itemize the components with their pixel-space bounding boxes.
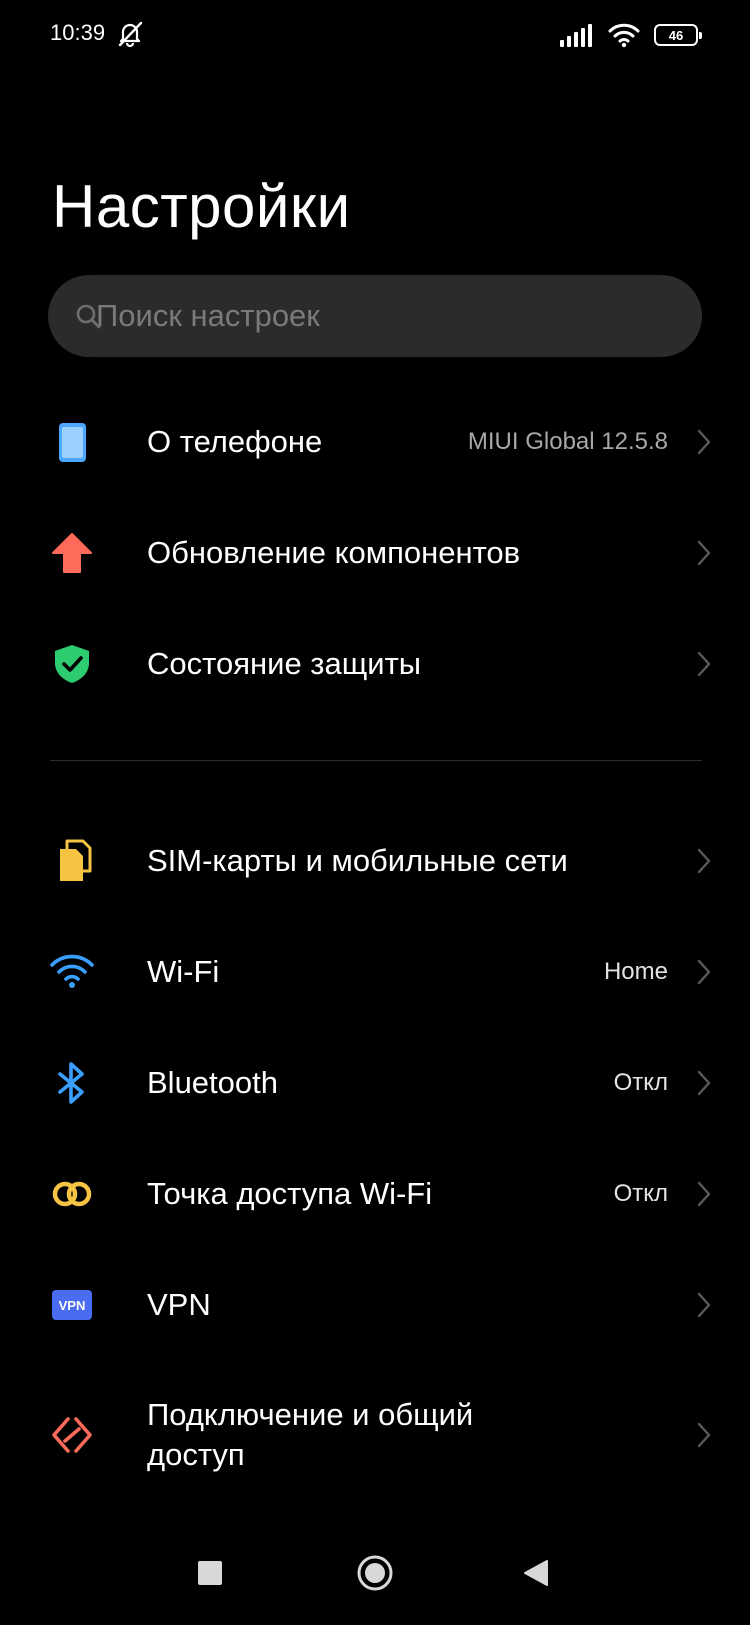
status-time: 10:39 — [50, 20, 106, 45]
settings-item-value: Home — [603, 958, 668, 985]
settings-item-connection-sharing[interactable]: Подключение и общий доступ — [0, 1380, 750, 1490]
settings-item-wifi[interactable]: Wi-Fi Home — [0, 917, 750, 1027]
battery-level: 46 — [668, 27, 684, 43]
signal-icon — [560, 24, 592, 47]
settings-item-label: SIM-карты и мобильные сети — [147, 843, 568, 878]
bluetooth-icon — [58, 1062, 84, 1104]
shield-check-icon — [55, 645, 89, 683]
settings-item-value: MIUI Global 12.5.8 — [467, 428, 668, 455]
settings-item-label: Состояние защиты — [147, 646, 422, 681]
back-triangle-icon — [524, 1559, 548, 1586]
chevron-right-icon — [697, 1292, 711, 1318]
settings-item-security-status[interactable]: Состояние защиты — [0, 609, 750, 719]
chevron-right-icon — [697, 848, 711, 874]
search-bar[interactable] — [48, 275, 702, 357]
recents-square-icon — [198, 1560, 222, 1585]
settings-item-value: Откл — [613, 1069, 668, 1096]
settings-item-update-components[interactable]: Обновление компонентов — [0, 498, 750, 608]
section-divider — [50, 760, 702, 761]
status-icons: 46 — [560, 20, 702, 50]
wifi-status-icon — [608, 23, 640, 48]
chevron-right-icon — [697, 651, 711, 677]
settings-item-about-phone[interactable]: О телефоне MIUI Global 12.5.8 — [0, 387, 750, 497]
sim-card-icon — [60, 839, 92, 881]
settings-item-sim-cards[interactable]: SIM-карты и мобильные сети — [0, 806, 750, 916]
hotspot-icon — [52, 1181, 92, 1207]
settings-item-vpn[interactable]: VPN VPN — [0, 1250, 750, 1360]
settings-item-label: Подключение и общий доступ — [147, 1397, 474, 1472]
chevron-right-icon — [697, 540, 711, 566]
settings-item-label: О телефоне — [147, 424, 323, 459]
settings-item-label: Wi-Fi — [147, 954, 220, 989]
page-title: Настройки — [52, 173, 351, 240]
settings-item-label: VPN — [147, 1287, 211, 1322]
status-bar: 10:39 46 — [0, 0, 750, 70]
search-input[interactable] — [48, 275, 588, 357]
back-button[interactable] — [486, 1520, 586, 1625]
chevron-right-icon — [697, 429, 711, 455]
settings-item-hotspot[interactable]: Точка доступа Wi-Fi Откл — [0, 1139, 750, 1249]
wifi-icon — [50, 954, 94, 988]
chevron-right-icon — [697, 959, 711, 985]
home-button[interactable] — [325, 1520, 425, 1625]
connection-sharing-icon — [52, 1417, 92, 1453]
settings-item-bluetooth[interactable]: Bluetooth Откл — [0, 1028, 750, 1138]
vpn-icon: VPN — [50, 1283, 94, 1327]
chevron-right-icon — [697, 1422, 711, 1448]
settings-item-label: Точка доступа Wi-Fi — [147, 1176, 433, 1211]
vpn-badge-text: VPN — [58, 1297, 86, 1313]
settings-item-value: Откл — [613, 1180, 668, 1207]
chevron-right-icon — [697, 1070, 711, 1096]
update-arrow-icon — [52, 533, 92, 573]
home-circle-icon — [357, 1555, 393, 1590]
phone-icon — [59, 423, 86, 462]
chevron-right-icon — [697, 1181, 711, 1207]
battery-icon: 46 — [654, 24, 702, 46]
settings-item-label: Обновление компонентов — [147, 535, 521, 570]
settings-item-label: Bluetooth — [147, 1065, 278, 1100]
navigation-bar — [0, 1520, 750, 1625]
recents-button[interactable] — [160, 1520, 260, 1625]
mute-icon — [118, 21, 143, 48]
